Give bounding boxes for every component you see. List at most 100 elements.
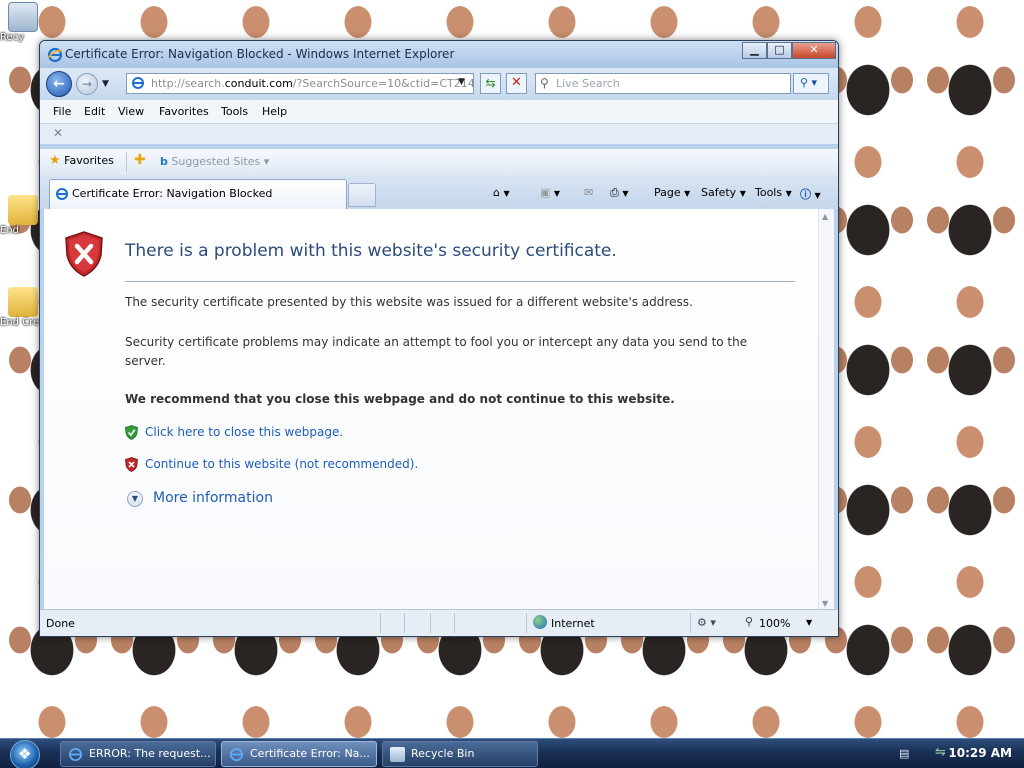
star-icon: ★: [49, 153, 61, 168]
tab-bar: Certificate Error: Navigation Blocked ⌂ …: [40, 175, 838, 209]
task-recycle-bin[interactable]: Recycle Bin: [382, 741, 538, 767]
menu-help[interactable]: Help: [262, 105, 287, 118]
task-error-request[interactable]: ERROR: The request...: [60, 741, 216, 767]
ie-window: Certificate Error: Navigation Blocked - …: [39, 40, 839, 637]
network-icon[interactable]: ⇋: [935, 745, 946, 760]
search-input[interactable]: ⚲ Live Search: [535, 73, 791, 94]
search-icon: ⚲: [540, 76, 549, 90]
menu-tools[interactable]: Tools: [221, 105, 248, 118]
suggested-sites-label: Suggested Sites: [171, 155, 261, 168]
bing-icon: b: [160, 155, 168, 168]
protected-mode-icon[interactable]: ⚙ ▾: [697, 616, 716, 629]
continue-to-website-link[interactable]: Continue to this website (not recommende…: [145, 457, 418, 471]
clock[interactable]: 10:29 AM: [948, 746, 1012, 760]
recent-pages-dropdown[interactable]: ▼: [102, 79, 109, 89]
address-host: conduit.com: [224, 77, 293, 90]
status-bar: Done Internet ⚙ ▾ ⚲ 100% ▼: [40, 609, 838, 636]
task-label: Recycle Bin: [411, 747, 475, 760]
safety-menu[interactable]: Safety ▼: [701, 186, 746, 199]
window-title: Certificate Error: Navigation Blocked - …: [65, 47, 455, 61]
rss-icon: ▣: [540, 186, 551, 199]
start-button[interactable]: [10, 740, 40, 768]
scroll-up-icon[interactable]: ▲: [822, 212, 828, 221]
menu-view[interactable]: View: [118, 105, 144, 118]
desktop-icon-end[interactable]: End: [0, 195, 42, 236]
minimize-button[interactable]: ▁: [742, 42, 767, 59]
new-tab-button[interactable]: [348, 183, 376, 207]
page-content: There is a problem with this website's s…: [44, 209, 834, 611]
favorites-label: Favorites: [64, 154, 114, 167]
folder-icon: [8, 287, 38, 317]
task-label: ERROR: The request...: [89, 747, 211, 760]
menu-file[interactable]: File: [53, 105, 71, 118]
back-button[interactable]: ←: [46, 71, 72, 97]
navigation-bar: ← → ▼ http://search.conduit.com/?SearchS…: [40, 68, 838, 100]
menu-favorites[interactable]: Favorites: [159, 105, 209, 118]
forward-button[interactable]: →: [76, 73, 98, 95]
separator: [430, 613, 431, 633]
tools-menu[interactable]: Tools ▼: [755, 186, 792, 199]
desktop-icon-label: Recy: [0, 32, 25, 43]
toolbar-strip: ✕: [40, 124, 838, 144]
status-text: Done: [46, 617, 75, 630]
ie-logo-icon: [229, 747, 244, 762]
page-menu[interactable]: Page ▼: [654, 186, 690, 199]
search-go-button[interactable]: ⚲ ▾: [793, 73, 829, 94]
security-zone[interactable]: Internet: [551, 617, 595, 630]
close-window-button[interactable]: ✕: [792, 42, 836, 59]
task-certificate-error[interactable]: Certificate Error: Na...: [221, 741, 377, 767]
ie-page-icon: [56, 188, 68, 200]
expand-chevron-icon[interactable]: ▼: [127, 491, 143, 507]
stop-button[interactable]: ✕: [506, 73, 527, 94]
mail-icon: ✉: [584, 186, 594, 199]
zoom-level[interactable]: 100%: [759, 617, 790, 630]
separator: [690, 613, 691, 633]
page-menu-label: Page: [654, 186, 681, 199]
printer-icon: ⎙: [610, 186, 619, 199]
folder-icon: [8, 195, 38, 225]
explanation-text: The security certificate presented by th…: [125, 295, 693, 309]
menu-bar: File Edit View Favorites Tools Help: [40, 100, 838, 124]
favorites-button[interactable]: ★ Favorites: [49, 153, 114, 168]
print-button[interactable]: ⎙ ▼: [610, 186, 628, 200]
close-toolbar-icon[interactable]: ✕: [53, 126, 63, 140]
error-shield-icon: [65, 231, 103, 277]
address-dropdown[interactable]: ▼: [458, 77, 465, 87]
suggested-sites-button[interactable]: b Suggested Sites ▾: [160, 155, 269, 168]
feeds-button[interactable]: ▣ ▼: [540, 186, 560, 199]
ie-logo-icon: [47, 47, 63, 63]
globe-icon: [533, 615, 547, 629]
title-bar[interactable]: Certificate Error: Navigation Blocked - …: [40, 41, 838, 68]
refresh-button[interactable]: ⇆: [480, 73, 501, 94]
tools-menu-label: Tools: [755, 186, 783, 199]
divider: [125, 281, 795, 282]
add-favorite-icon[interactable]: ✚: [134, 152, 146, 168]
red-shield-icon: [125, 457, 138, 472]
home-button[interactable]: ⌂ ▼: [493, 186, 510, 199]
help-button[interactable]: ⓘ ▼: [800, 186, 821, 202]
recycle-bin-icon: [390, 747, 405, 762]
task-label: Certificate Error: Na...: [250, 747, 370, 760]
desktop-icon-end-cre[interactable]: End Cre: [0, 287, 42, 328]
tab-label: Certificate Error: Navigation Blocked: [72, 187, 273, 200]
zoom-dropdown[interactable]: ▼: [806, 618, 812, 627]
desktop-icon-label: End: [0, 225, 20, 236]
desktop-icon-label: End Cre: [0, 317, 40, 328]
keyboard-icon[interactable]: ▤: [899, 747, 909, 760]
address-prefix: http://search.: [151, 77, 225, 90]
recycle-bin-icon: [8, 2, 38, 32]
tab-certificate-error[interactable]: Certificate Error: Navigation Blocked: [49, 179, 347, 209]
menu-edit[interactable]: Edit: [84, 105, 105, 118]
desktop-icon-recycle[interactable]: Recy: [0, 2, 42, 43]
scroll-down-icon[interactable]: ▼: [822, 599, 828, 608]
read-mail-button[interactable]: ✉: [584, 186, 593, 199]
address-bar[interactable]: http://search.conduit.com/?SearchSource=…: [126, 73, 474, 94]
ie-page-icon: [132, 77, 144, 89]
separator: [404, 613, 405, 633]
page-title: There is a problem with this website's s…: [125, 241, 617, 261]
search-placeholder: Live Search: [556, 77, 620, 90]
maximize-button[interactable]: □: [767, 42, 792, 59]
more-information-link[interactable]: More information: [153, 490, 273, 506]
vertical-scrollbar[interactable]: ▲ ▼: [818, 209, 834, 611]
close-webpage-link[interactable]: Click here to close this webpage.: [145, 425, 343, 439]
